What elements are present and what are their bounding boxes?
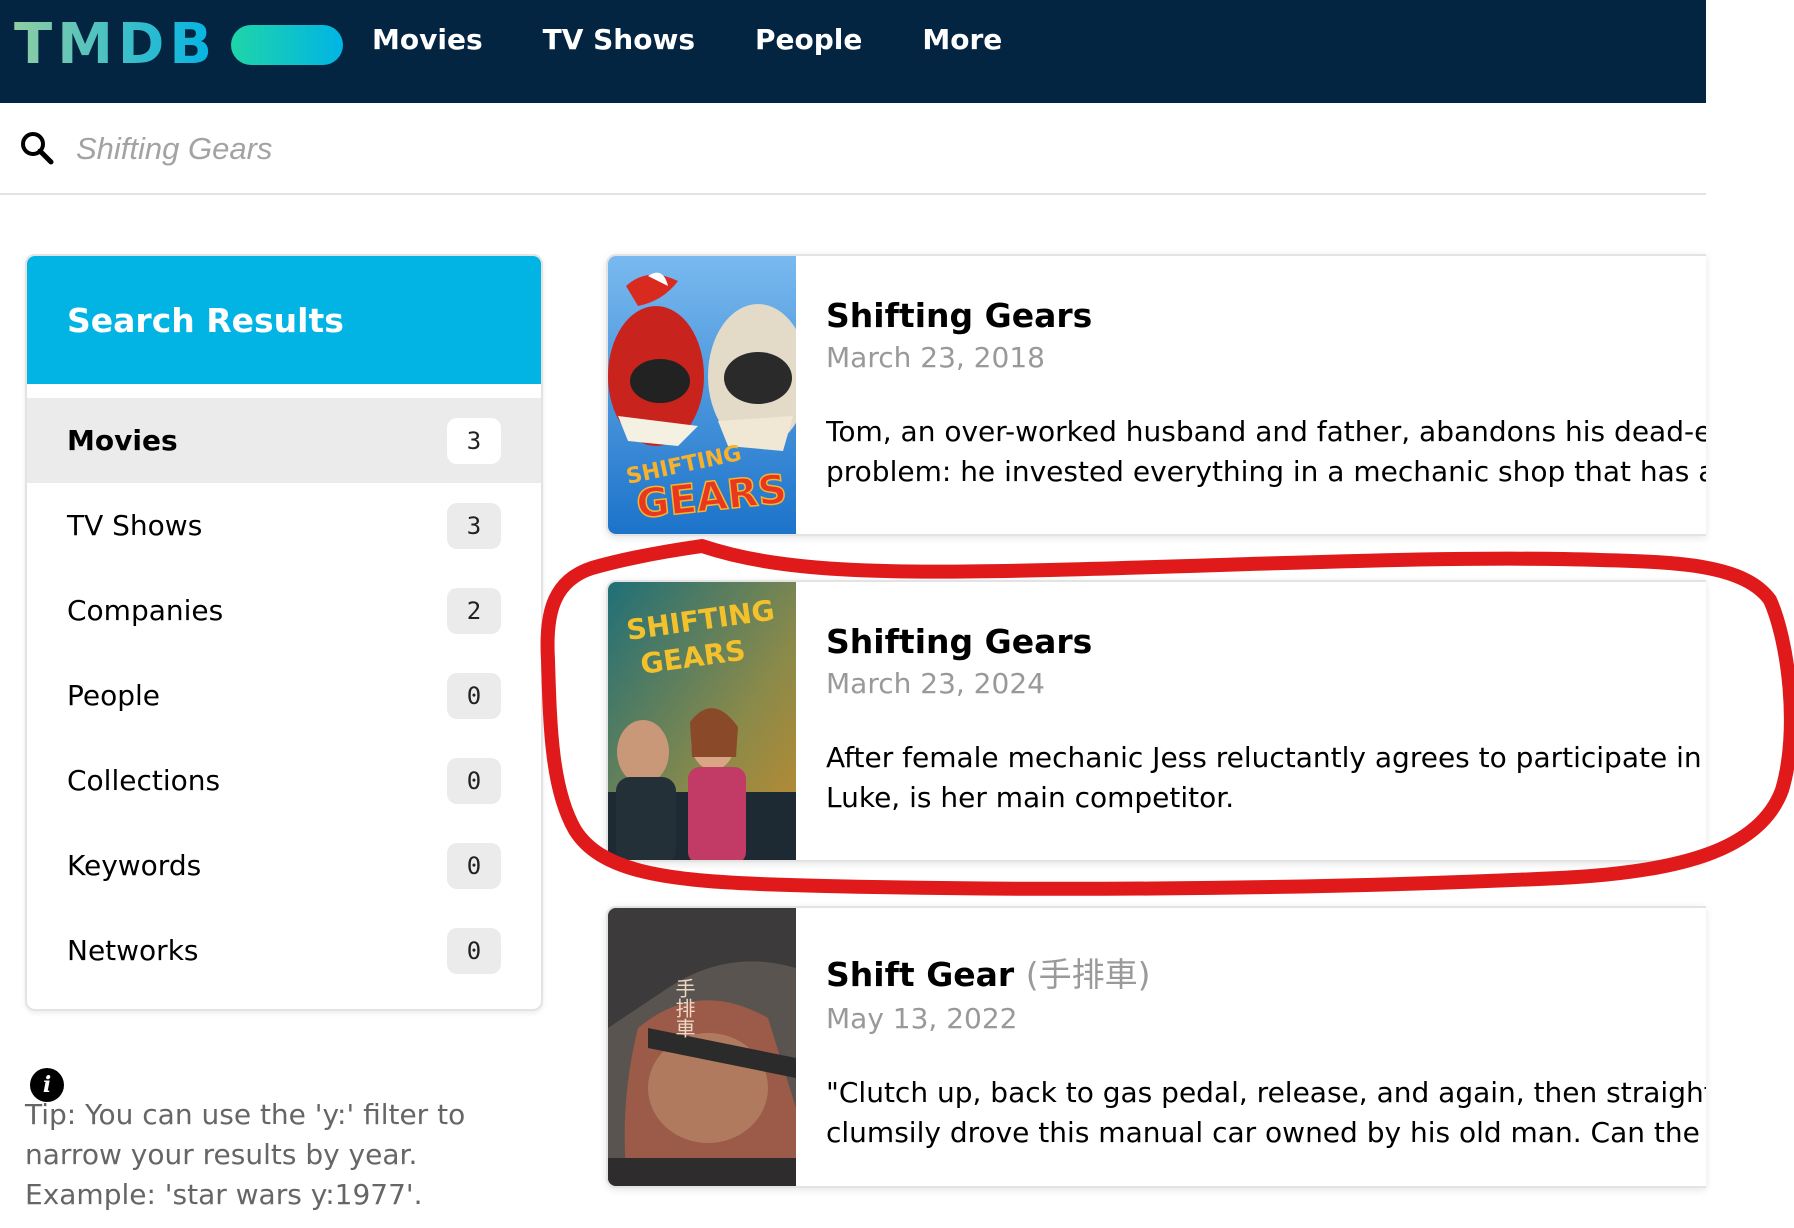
result-details: Shift Gear (手排車) May 13, 2022 "Clutch up… <box>826 948 1706 1153</box>
result-overview: "Clutch up, back to gas pedal, release, … <box>826 1073 1706 1153</box>
result-type-list: Movies 3 TV Shows 3 Companies 2 People 0… <box>27 384 541 993</box>
sidebar-item-networks[interactable]: Networks 0 <box>27 908 541 993</box>
original-title: (手排車) <box>1025 955 1151 994</box>
result-card: SHIFTING GEARS Shifting Gears March 23, … <box>606 580 1706 862</box>
nav-people[interactable]: People <box>755 18 862 62</box>
title-text: Shift Gear <box>826 955 1015 994</box>
title-text: Shifting Gears <box>826 622 1093 661</box>
search-results-header: Search Results <box>27 256 541 384</box>
sidebar-item-label: Movies <box>67 424 178 457</box>
count-badge: 0 <box>447 927 501 974</box>
overview-line: problem: he invested everything in a mec… <box>826 455 1706 488</box>
sidebar-item-label: People <box>67 679 161 712</box>
search-results-title: Search Results <box>67 300 344 340</box>
search-bar <box>0 103 1706 195</box>
result-title[interactable]: Shifting Gears <box>826 296 1706 335</box>
overview-line: Luke, is her main competitor. <box>826 781 1235 814</box>
sidebar-item-label: Keywords <box>67 849 202 882</box>
result-details: Shifting Gears March 23, 2024 After fema… <box>826 622 1706 818</box>
result-card: 手排車 Shift Gear (手排車) May 13, 2022 "Clutc… <box>606 906 1706 1188</box>
release-date: March 23, 2024 <box>826 667 1045 700</box>
count-badge: 0 <box>447 757 501 804</box>
overview-line: "Clutch up, back to gas pedal, release, … <box>826 1076 1706 1109</box>
count-badge: 0 <box>447 842 501 889</box>
result-overview: Tom, an over-worked husband and father, … <box>826 412 1706 492</box>
title-text: Shifting Gears <box>826 296 1093 335</box>
result-title[interactable]: Shift Gear (手排車) <box>826 948 1706 996</box>
search-icon[interactable] <box>20 131 54 165</box>
sidebar-item-label: Companies <box>67 594 224 627</box>
sidebar-item-collections[interactable]: Collections 0 <box>27 738 541 823</box>
nav-tv-shows[interactable]: TV Shows <box>543 18 695 62</box>
overview-line: After female mechanic Jess reluctantly a… <box>826 741 1706 774</box>
count-badge: 3 <box>447 417 501 464</box>
top-navbar: TMDB Movies TV Shows People More <box>0 0 1706 103</box>
movie-poster[interactable]: SHIFTING GEARS <box>608 582 796 862</box>
sidebar-item-tv-shows[interactable]: TV Shows 3 <box>27 483 541 568</box>
sidebar-item-movies[interactable]: Movies 3 <box>27 398 541 483</box>
sidebar-item-companies[interactable]: Companies 2 <box>27 568 541 653</box>
poster-title-text: 手排車 <box>672 978 696 1038</box>
count-badge: 2 <box>447 587 501 634</box>
logo-pill <box>231 25 344 65</box>
sidebar-item-people[interactable]: People 0 <box>27 653 541 738</box>
result-details: Shifting Gears March 23, 2018 Tom, an ov… <box>826 296 1706 492</box>
count-badge: 0 <box>447 672 501 719</box>
sidebar-item-label: Networks <box>67 934 199 967</box>
overview-line: Tom, an over-worked husband and father, … <box>826 415 1706 448</box>
main-nav: Movies TV Shows People More <box>372 18 1062 62</box>
search-results-panel: Search Results Movies 3 TV Shows 3 Compa… <box>25 254 543 1011</box>
result-overview: After female mechanic Jess reluctantly a… <box>826 738 1706 818</box>
logo-text: TMDB <box>14 12 218 77</box>
sidebar-item-label: Collections <box>67 764 221 797</box>
search-input[interactable] <box>76 121 1276 177</box>
search-tip: Tip: You can use the 'y:' filter to narr… <box>25 1098 466 1211</box>
release-date: March 23, 2018 <box>826 341 1045 374</box>
release-date: May 13, 2022 <box>826 1002 1018 1035</box>
tmdb-logo[interactable]: TMDB <box>14 8 344 82</box>
movie-poster[interactable]: 手排車 <box>608 908 796 1188</box>
count-badge: 3 <box>447 502 501 549</box>
result-title[interactable]: Shifting Gears <box>826 622 1706 661</box>
nav-movies[interactable]: Movies <box>372 18 483 62</box>
movie-poster[interactable]: SHIFTING GEARS <box>608 256 796 536</box>
sidebar-item-label: TV Shows <box>67 509 203 542</box>
sidebar-item-keywords[interactable]: Keywords 0 <box>27 823 541 908</box>
overview-line: clumsily drove this manual car owned by … <box>826 1116 1706 1149</box>
result-card: SHIFTING GEARS Shifting Gears March 23, … <box>606 254 1706 536</box>
nav-more[interactable]: More <box>922 18 1002 62</box>
